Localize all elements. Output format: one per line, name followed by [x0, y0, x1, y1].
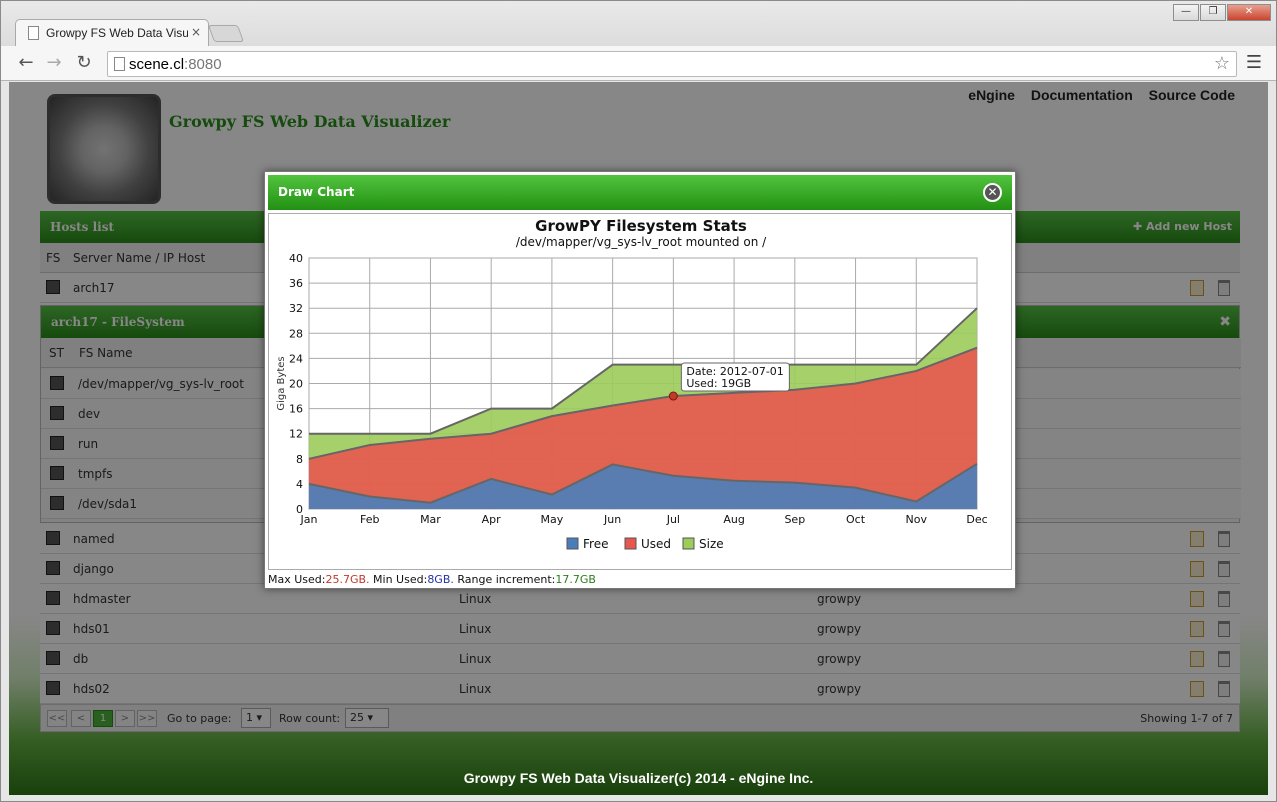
x-tick-label: Jun [603, 513, 621, 526]
x-tick-label: Oct [846, 513, 866, 526]
chart-subtitle: /dev/mapper/vg_sys-lv_root mounted on / [516, 235, 767, 249]
y-tick-label: 8 [296, 453, 303, 466]
address-bar[interactable]: scene.cl:8080 ☆ [107, 51, 1237, 77]
reload-icon[interactable]: ↻ [73, 52, 95, 74]
tab-title: Growpy FS Web Data Visu [46, 26, 188, 40]
browser-window: Growpy FS Web Data Visu × — ❐ ✕ ← → ↻ sc… [0, 0, 1277, 802]
back-arrow-icon[interactable]: ← [15, 52, 37, 74]
y-tick-label: 4 [296, 478, 303, 491]
highlight-point [668, 391, 678, 401]
x-tick-label: Apr [482, 513, 502, 526]
chart-title: GrowPY Filesystem Stats [535, 217, 747, 235]
y-tick-label: 20 [289, 378, 303, 391]
x-tick-label: Jan [300, 513, 318, 526]
max-used-label: Max Used: [268, 573, 326, 586]
close-window-button[interactable]: ✕ [1227, 4, 1271, 21]
close-icon[interactable]: ✕ [983, 183, 1002, 202]
tooltip-used: Used: 19GB [686, 377, 751, 390]
x-tick-label: May [541, 513, 564, 526]
legend-swatch [566, 537, 579, 550]
min-used-label: Min Used: [373, 573, 428, 586]
legend-label: Free [583, 537, 608, 551]
x-tick-label: Mar [420, 513, 441, 526]
new-tab-button[interactable] [207, 25, 245, 42]
browser-tab[interactable]: Growpy FS Web Data Visu × [15, 19, 209, 46]
x-tick-label: Aug [723, 513, 744, 526]
dialog-title: Draw Chart [278, 185, 355, 199]
y-tick-label: 28 [289, 327, 303, 340]
stats-line: Max Used:25.7GB. Min Used:8GB. Range inc… [268, 573, 596, 586]
tab-close-icon[interactable]: × [191, 25, 201, 39]
menu-icon[interactable]: ☰ [1246, 52, 1262, 73]
forward-arrow-icon[interactable]: → [43, 52, 65, 74]
y-tick-label: 40 [289, 252, 303, 265]
x-tick-label: Feb [360, 513, 379, 526]
min-used-value: 8GB. [427, 573, 454, 586]
y-tick-label: 12 [289, 428, 303, 441]
y-tick-label: 32 [289, 302, 303, 315]
x-tick-label: Dec [966, 513, 987, 526]
bookmark-star-icon[interactable]: ☆ [1214, 53, 1230, 74]
y-tick-label: 36 [289, 277, 303, 290]
range-label: Range increment: [457, 573, 556, 586]
minimize-button[interactable]: — [1173, 4, 1199, 21]
y-axis-label: Giga Bytes [276, 356, 287, 410]
x-tick-label: Nov [906, 513, 928, 526]
area-chart: GrowPY Filesystem Stats/dev/mapper/vg_sy… [276, 217, 988, 551]
browser-toolbar: ← → ↻ scene.cl:8080 ☆ ☰ [1, 46, 1276, 81]
dialog-header: Draw Chart ✕ [268, 175, 1012, 210]
legend-swatch [682, 537, 695, 550]
y-tick-label: 24 [289, 352, 303, 365]
page-icon [28, 26, 39, 40]
max-used-value: 25.7GB. [325, 573, 370, 586]
x-tick-label: Jul [666, 513, 680, 526]
chart-container: GrowPY Filesystem Stats/dev/mapper/vg_sy… [268, 213, 1012, 570]
url-text: scene.cl:8080 [129, 56, 222, 73]
range-value: 17.7GB [555, 573, 596, 586]
tab-strip: Growpy FS Web Data Visu × — ❐ ✕ [1, 1, 1276, 47]
maximize-button[interactable]: ❐ [1200, 4, 1226, 21]
page-icon [114, 57, 125, 71]
footer-text: Growpy FS Web Data Visualizer(c) 2014 - … [463, 770, 814, 786]
legend-swatch [624, 537, 637, 550]
legend-label: Used [641, 537, 671, 551]
legend-label: Size [699, 537, 724, 551]
y-tick-label: 16 [289, 403, 303, 416]
draw-chart-dialog: Draw Chart ✕ GrowPY Filesystem Stats/dev… [264, 171, 1016, 589]
x-tick-label: Sep [784, 513, 805, 526]
